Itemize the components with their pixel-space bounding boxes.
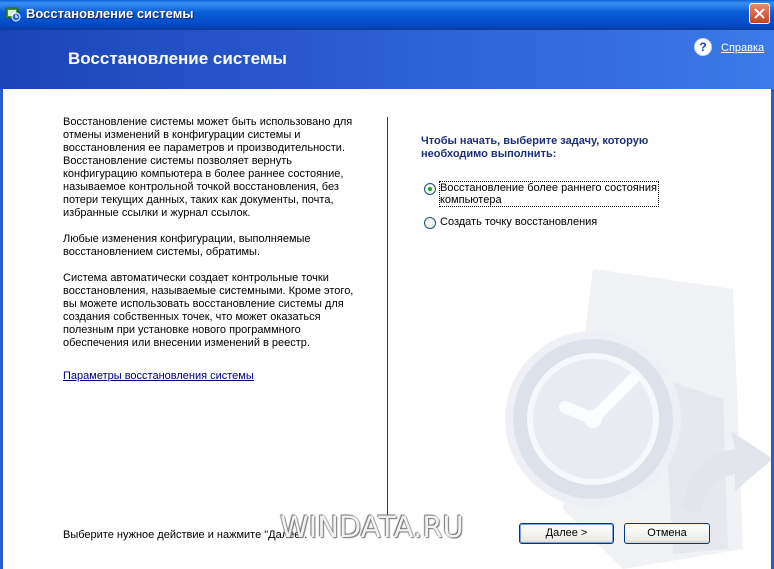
clock-restore-icon: [505, 269, 771, 569]
option-label[interactable]: Создать точку восстановления: [440, 216, 597, 228]
system-restore-window: Восстановление системы Восстановление си…: [0, 0, 774, 569]
next-button[interactable]: Далее >: [519, 523, 614, 544]
footer-instruction: Выберите нужное действие и нажмите "Дале…: [63, 529, 308, 541]
watermark: WINDATA.RU: [280, 510, 464, 544]
title-bar[interactable]: Восстановление системы: [0, 0, 774, 30]
vertical-divider: [387, 117, 388, 521]
task-prompt: Чтобы начать, выберите задачу, которую н…: [421, 135, 649, 160]
description-paragraph-2: Любые изменения конфигурации, выполняемы…: [63, 233, 311, 258]
system-restore-icon: [5, 7, 21, 22]
description-paragraph-3: Система автоматически создает контрольны…: [63, 272, 354, 349]
close-icon: [754, 8, 765, 19]
wizard-content: Восстановление системы может быть исполь…: [3, 89, 771, 569]
next-button-label: алее >: [553, 527, 588, 539]
description-paragraph-1: Восстановление системы может быть исполь…: [63, 116, 353, 219]
radio-create-restore-point[interactable]: [424, 217, 436, 229]
description-text: Восстановление системы может быть исполь…: [63, 116, 355, 363]
close-button[interactable]: [749, 3, 770, 24]
page-title: Восстановление системы: [68, 49, 287, 68]
restore-settings-link[interactable]: Параметры восстановления системы: [63, 370, 254, 382]
option-label[interactable]: Восстановление более раннего состояния к…: [439, 181, 659, 207]
radio-restore-earlier-state[interactable]: [424, 183, 436, 195]
wizard-header: Восстановление системы ? Справка: [0, 30, 774, 89]
cancel-button[interactable]: Отмена: [624, 523, 710, 544]
window-title: Восстановление системы: [26, 6, 194, 21]
help-link[interactable]: Справка: [721, 42, 764, 54]
next-button-accelerator: Д: [545, 527, 554, 539]
help-icon[interactable]: ?: [694, 38, 712, 56]
